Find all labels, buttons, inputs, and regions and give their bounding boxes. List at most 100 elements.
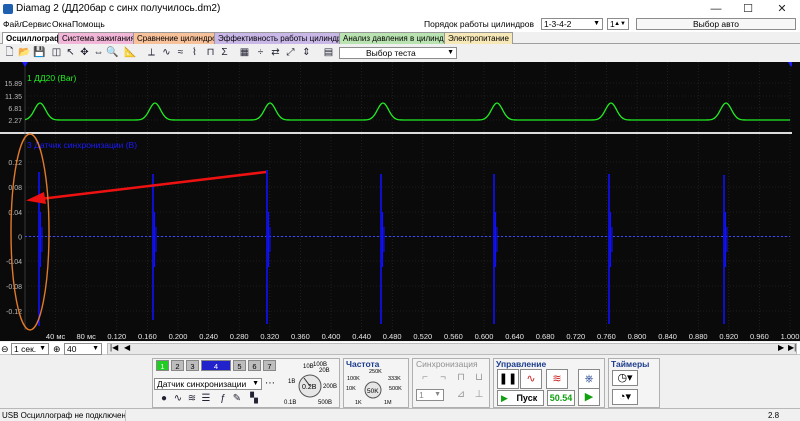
function-icon[interactable]: ƒ — [217, 393, 229, 405]
chevron-down-icon: ▼ — [593, 20, 600, 27]
sync-pulse-icon[interactable]: ⊓ — [455, 372, 467, 384]
open-folder-icon[interactable]: 📂 — [18, 46, 31, 59]
channel-button-7[interactable]: 7 — [263, 360, 276, 371]
time-tick-label: 0.720 — [566, 332, 585, 341]
step-play-button[interactable]: ▶ — [578, 388, 600, 406]
new-file-icon[interactable]: 🗋 — [3, 46, 16, 59]
annotation-ellipse — [10, 133, 50, 331]
scroll-left-icon[interactable]: ◀ — [124, 343, 130, 352]
pan-icon[interactable]: ✥ — [78, 46, 91, 59]
invert-wave-icon[interactable]: ∿ — [172, 393, 184, 405]
frequency-knob[interactable]: 250K 100K 333K 10K 50K 500K 1K 1M — [343, 368, 409, 408]
right-scroll-strip — [792, 62, 800, 330]
time-scrollbar[interactable]: |◀ ◀ ▶ ▶| — [107, 343, 797, 355]
pause-button[interactable]: ❚❚ — [497, 369, 519, 389]
freq-value: 50K — [367, 388, 379, 395]
scroll-first-icon[interactable]: |◀ — [110, 343, 118, 352]
scroll-right-icon[interactable]: ▶ — [778, 343, 784, 352]
cylinder-order-select[interactable]: 1-3-4-2 ▼ — [541, 18, 603, 30]
sensor-select[interactable]: Датчик синхронизации ▼ — [154, 378, 262, 390]
stopwatch-button[interactable]: ◷▾ — [612, 370, 638, 386]
sync-falling-icon[interactable]: ¬ — [437, 372, 449, 384]
channel2-grid — [25, 134, 791, 330]
channel-button-2[interactable]: 2 — [171, 360, 184, 371]
save-icon[interactable]: 💾 — [33, 46, 46, 59]
list-icon[interactable]: ☰ — [200, 393, 212, 405]
measure-icon[interactable]: ⊓ — [204, 46, 217, 59]
sync-auto-icon[interactable]: ⊿ — [455, 389, 467, 401]
sigma-icon[interactable]: Σ — [218, 46, 231, 59]
time-tick-label: 0.920 — [719, 332, 738, 341]
scale-lines-icon[interactable]: ≋ — [186, 393, 198, 405]
auto-select-label: Выбор авто — [692, 19, 740, 29]
status-bar: USB Осциллограф не подключен 2.8 — [0, 408, 800, 421]
channel-button-3[interactable]: 3 — [186, 360, 199, 371]
menu-service[interactable]: Сервис — [22, 19, 51, 29]
align-icon[interactable]: ⇄ — [269, 46, 282, 59]
zoom-x-icon[interactable]: ⇔ — [92, 46, 105, 59]
freq-label-1m: 1M — [384, 400, 392, 406]
markers-icon[interactable]: ⟂ — [145, 46, 158, 59]
channel-button-4[interactable]: 4 — [201, 360, 231, 371]
ruler-icon[interactable]: 📐 — [124, 46, 137, 59]
sync-single-icon[interactable]: ⊥ — [473, 389, 485, 401]
recorder-button[interactable]: ⎈ — [578, 369, 600, 389]
minimize-icon[interactable]: — — [704, 2, 728, 16]
freq-label-500k: 500K — [389, 386, 402, 392]
channel-separator[interactable] — [0, 132, 800, 134]
tab-cylinder-compare[interactable]: Сравнение цилиндров — [133, 32, 225, 44]
cylinder-stepper[interactable]: 1 ▲▼ — [607, 18, 629, 30]
sync-extra-icon[interactable]: ⊔ — [473, 372, 485, 384]
maximize-icon[interactable]: ☐ — [736, 2, 760, 16]
channel-button-5[interactable]: 5 — [233, 360, 246, 371]
filter-icon[interactable]: ⌇ — [188, 46, 201, 59]
freq-label-250k: 250K — [369, 369, 382, 375]
grid-icon[interactable]: ▦ — [238, 46, 251, 59]
close-icon[interactable]: ✕ — [770, 2, 794, 16]
channel1-tick-label: 15.89 — [4, 81, 22, 88]
left-cursor-marker[interactable] — [22, 62, 28, 67]
cursor-icon[interactable]: ↖ — [64, 46, 77, 59]
sync-channel-select[interactable]: 1 ▼ — [416, 389, 444, 401]
probe-icon[interactable]: ● — [158, 393, 170, 405]
toggle-channels-icon[interactable]: ◫ — [50, 46, 63, 59]
channel-button-6[interactable]: 6 — [248, 360, 261, 371]
tab-ignition[interactable]: Система зажигания — [58, 32, 139, 44]
sine-mode-button[interactable]: ∿ — [520, 369, 542, 389]
spin-arrows-icon: ▲▼ — [614, 21, 626, 27]
timebase-select[interactable]: 1 сек. ▼ — [11, 343, 49, 355]
waveform-icon[interactable]: ∿ — [160, 46, 173, 59]
zoom-select[interactable]: 40 ▼ — [64, 343, 102, 355]
amplitude-knob[interactable]: 10B 20B 100B 1B 0.2B 200B 0.1B 500B — [280, 358, 340, 408]
auto-select-button[interactable]: Выбор авто — [636, 18, 796, 30]
scale-icon[interactable]: ⇕ — [300, 46, 313, 59]
channel-button-1[interactable]: 1 — [156, 360, 169, 371]
tab-cylinder-efficiency[interactable]: Эффективность работы цилиндров — [214, 32, 355, 44]
channel-color-icon[interactable]: ▚ — [248, 393, 260, 405]
sync-rising-icon[interactable]: ⌐ — [419, 372, 431, 384]
noise-mode-button[interactable]: ≋ — [546, 369, 568, 389]
start-button[interactable]: ▶ Пуск — [497, 390, 544, 406]
oscilloscope-view[interactable]: 15.89 11.35 6.81 2.27 0.12 0.08 0.04 0 -0.04 -0.… — [0, 62, 800, 341]
zoom-icon[interactable]: 🔍 — [106, 46, 119, 59]
overlay-icon[interactable]: ≈ — [174, 46, 187, 59]
fit-icon[interactable]: ⤢ — [284, 46, 297, 59]
split-icon[interactable]: ÷ — [254, 46, 267, 59]
tab-oscilloscope[interactable]: Осциллограф — [2, 32, 66, 44]
chevron-down-icon: ▼ — [92, 345, 99, 352]
menu-bar: Файл Сервис Окна Помощь Порядок работы ц… — [0, 18, 800, 32]
time-tick-label: 0.560 — [444, 332, 463, 341]
menu-help[interactable]: Помощь — [72, 19, 105, 29]
scroll-last-icon[interactable]: ▶| — [788, 343, 796, 352]
test-select[interactable]: Выбор теста ▼ — [339, 47, 457, 59]
tab-power[interactable]: Электропитание — [444, 32, 513, 44]
menu-file[interactable]: Файл — [3, 19, 24, 29]
edit-icon[interactable]: ✎ — [231, 393, 243, 405]
tab-cylinder-pressure[interactable]: Анализ давления в цилиндре — [339, 32, 457, 44]
freq-label-1k: 1K — [355, 400, 362, 406]
oscilloscope-canvas[interactable]: 15.8911.356.812.27 0.120.080.040-0.04-0.… — [0, 62, 800, 341]
timer-button[interactable]: ◔▾ — [612, 389, 638, 405]
menu-windows[interactable]: Окна — [52, 19, 72, 29]
sensor-config-icon[interactable]: ⋯ — [264, 378, 276, 390]
chevron-down-icon: ▼ — [434, 391, 441, 398]
